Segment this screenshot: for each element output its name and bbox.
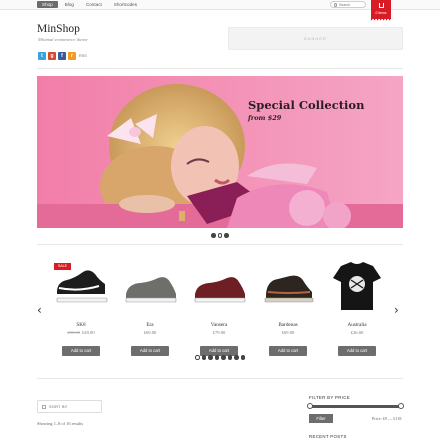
product-price: £69.00 <box>143 330 157 335</box>
product-card[interactable]: Bardenas £69.00 Add to cart <box>258 258 318 356</box>
product-image[interactable] <box>120 258 180 314</box>
product-card[interactable]: SALE SK8 £55.00 £49.00 Add to cart <box>51 258 111 356</box>
carousel-dot[interactable] <box>240 355 245 360</box>
chevron-right-icon[interactable]: › <box>394 304 399 316</box>
divider <box>37 378 403 379</box>
product-image[interactable] <box>258 258 318 314</box>
product-name[interactable]: SK8 <box>51 322 111 329</box>
range-max-handle[interactable] <box>398 403 404 409</box>
add-to-cart-button[interactable]: Add to cart <box>269 346 307 356</box>
product-price: £79.00 <box>212 330 226 335</box>
rss-icon[interactable]: r <box>68 52 76 60</box>
carousel-pagination <box>195 355 245 360</box>
nav-item-shortcodes[interactable]: Shortcodes <box>109 1 142 8</box>
cart-count: 0 items <box>375 11 387 15</box>
carousel-dot[interactable] <box>208 355 213 360</box>
chevron-left-icon[interactable]: ‹ <box>37 304 42 316</box>
header-banner[interactable]: BANNER <box>228 27 403 50</box>
price-range-slider[interactable] <box>307 403 404 409</box>
product-name[interactable]: Australia <box>327 322 387 329</box>
sort-icon <box>42 404 46 409</box>
product-price: £69.00 <box>281 330 295 335</box>
slider-dot[interactable] <box>224 233 229 238</box>
results-count: Showing 1–8 of 16 results <box>37 421 84 426</box>
product-image[interactable] <box>327 258 387 314</box>
nav-item-shop[interactable]: Shop <box>37 1 58 8</box>
slide-title: Special Collection <box>248 98 365 112</box>
rss-label[interactable]: RSS <box>79 54 87 58</box>
product-price: £55.00 £49.00 <box>51 330 111 337</box>
google-plus-icon[interactable]: g <box>48 52 56 60</box>
carousel-dot[interactable] <box>201 355 206 360</box>
filter-button[interactable]: Filter <box>309 414 333 423</box>
shoe-icon <box>125 277 177 303</box>
tshirt-icon <box>333 262 381 310</box>
carousel-dot[interactable] <box>214 355 219 360</box>
twitter-icon[interactable]: t <box>38 52 46 60</box>
facebook-icon[interactable]: f <box>58 52 66 60</box>
search-box[interactable] <box>330 1 366 8</box>
slider-dot[interactable] <box>211 233 216 238</box>
product-name[interactable]: Era <box>120 322 180 329</box>
sale-badge: SALE <box>54 263 71 270</box>
product-card[interactable]: Vansera £79.00 Add to cart <box>189 258 249 356</box>
sort-label: SORT BY <box>49 404 68 409</box>
main-nav: Shop Blog Contact Shortcodes <box>37 1 142 8</box>
slider-pagination <box>211 233 229 238</box>
add-to-cart-button[interactable]: Add to cart <box>131 346 169 356</box>
shoe-icon <box>194 277 246 303</box>
product-card[interactable]: Era £69.00 Add to cart <box>120 258 180 356</box>
product-image[interactable]: SALE <box>51 258 111 314</box>
social-links: t g f r RSS <box>38 52 87 60</box>
product-name[interactable]: Vansera <box>189 322 249 329</box>
hero-slider[interactable]: Special Collection from $29 <box>37 76 403 228</box>
price-range-text: Price: £9 — £118 <box>372 416 402 421</box>
slider-dot[interactable] <box>217 233 222 238</box>
search-input[interactable] <box>339 2 365 7</box>
product-price: £26.00 <box>350 330 364 335</box>
divider <box>37 244 403 245</box>
divider <box>37 68 403 69</box>
product-card[interactable]: Australia £26.00 Add to cart <box>327 258 387 356</box>
carousel-dot[interactable] <box>227 355 232 360</box>
recent-posts-title: RECENT POSTS <box>309 434 347 439</box>
slide-subtitle: from $29 <box>248 114 282 122</box>
product-image[interactable] <box>189 258 249 314</box>
carousel-dot[interactable] <box>234 355 239 360</box>
carousel-dot[interactable] <box>221 355 226 360</box>
product-sale-price: £49.00 <box>82 330 95 335</box>
add-to-cart-button[interactable]: Add to cart <box>338 346 376 356</box>
product-name[interactable]: Bardenas <box>258 322 318 329</box>
nav-item-blog[interactable]: Blog <box>60 1 79 8</box>
cart-button[interactable]: 0 items <box>371 0 391 22</box>
search-icon <box>334 2 337 7</box>
nav-item-contact[interactable]: Contact <box>81 1 107 8</box>
cart-icon <box>379 3 384 8</box>
product-old-price: £55.00 <box>67 330 80 335</box>
shoe-icon <box>264 275 314 303</box>
carousel-dot[interactable] <box>195 355 200 360</box>
range-min-handle[interactable] <box>307 403 313 409</box>
site-logo[interactable]: MinShop <box>37 23 80 35</box>
site-tagline: Minimal ecommerce theme <box>38 37 88 42</box>
filter-title: FILTER BY PRICE <box>309 395 350 400</box>
add-to-cart-button[interactable]: Add to cart <box>62 346 100 356</box>
sort-dropdown[interactable]: SORT BY <box>37 400 102 413</box>
